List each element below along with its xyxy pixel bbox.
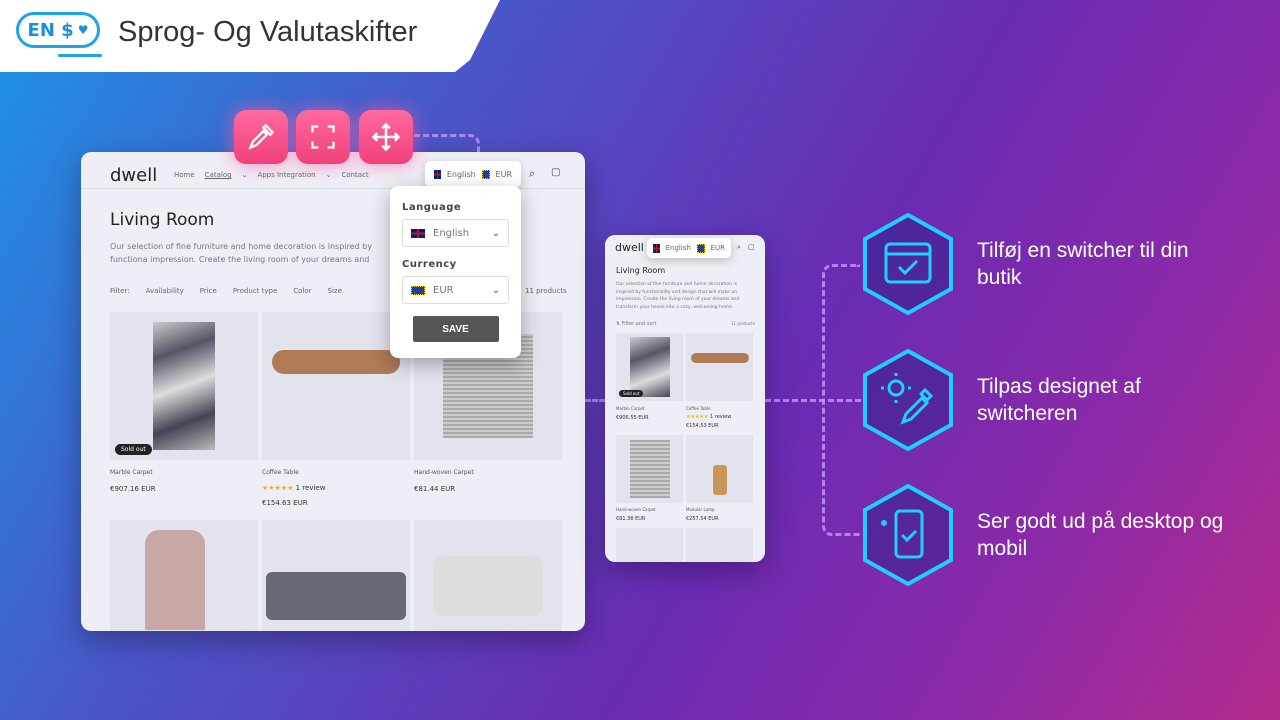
eu-flag-icon	[411, 285, 425, 295]
product-price: €81.38 EUR	[616, 516, 646, 522]
page-description: Our selection of fine furniture and home…	[616, 282, 740, 310]
product-price: €907.16 EUR	[110, 485, 156, 493]
nav-home[interactable]: Home	[174, 171, 195, 179]
product-name[interactable]: Coffee Table	[686, 406, 711, 411]
uk-flag-icon	[411, 228, 425, 238]
product-price: €257.54 EUR	[686, 516, 719, 522]
currency-label: Currency	[402, 259, 457, 270]
filter-availability[interactable]: Availability	[146, 287, 184, 295]
product-name[interactable]: Hand-woven Carpet	[414, 469, 474, 476]
feature-text: Ser godt ud på desktop og mobil	[977, 510, 1224, 560]
page-title: Living Room	[110, 210, 215, 230]
product-name[interactable]: Hand-woven Carpet	[616, 507, 656, 512]
product-count: 11 products	[525, 287, 567, 295]
page-description: Our selection of fine furniture and home…	[110, 242, 372, 264]
filter-price[interactable]: Price	[200, 287, 217, 295]
product-image[interactable]	[686, 435, 753, 503]
feature-hexagon	[863, 483, 953, 587]
language-label: Language	[402, 202, 462, 213]
move-icon	[371, 122, 401, 152]
product-name[interactable]: Coffee Table	[262, 469, 299, 476]
language-value: English	[446, 169, 476, 179]
chevron-down-icon: ⌄	[491, 227, 500, 239]
app-title: Sprog- Og Valutaskifter	[118, 16, 418, 48]
search-icon[interactable]: ⌕	[529, 167, 535, 181]
product-image[interactable]	[616, 528, 683, 562]
language-value: English	[665, 244, 691, 252]
feature-text: Tilpas designet af switcheren	[977, 375, 1141, 425]
cart-icon[interactable]: ▢	[551, 167, 560, 178]
product-name[interactable]: Marble Carpet	[110, 469, 153, 476]
language-selected: English	[433, 227, 470, 239]
product-price: €81.44 EUR	[414, 485, 456, 493]
logo-underline	[58, 54, 102, 57]
app-logo: EN $ ♥	[16, 12, 100, 48]
product-image[interactable]	[686, 333, 753, 401]
cart-icon[interactable]: ▢	[748, 243, 755, 251]
review-count: 1 review	[710, 414, 732, 420]
product-image[interactable]	[616, 435, 683, 503]
sold-out-badge: Sold out	[619, 390, 644, 397]
product-price: €154.53 EUR	[686, 423, 719, 429]
product-image[interactable]	[110, 520, 258, 631]
feature-hexagon	[863, 212, 953, 316]
eyedropper-icon	[248, 123, 275, 150]
store-nav: Home Catalog ⌄ Apps Integration ⌄ Contact	[174, 171, 369, 179]
crop-icon	[311, 125, 335, 149]
eyedropper-button[interactable]	[234, 110, 288, 164]
nav-contact[interactable]: Contact	[341, 171, 368, 179]
currency-switcher[interactable]: English EUR	[425, 161, 521, 187]
search-icon[interactable]: ⌕	[737, 243, 741, 252]
connector	[585, 399, 605, 402]
filter-bar: Filter: Availability Price Product type …	[110, 287, 342, 295]
product-image[interactable]	[414, 520, 562, 631]
logo-text: EN $	[27, 19, 74, 41]
product-image[interactable]	[262, 312, 410, 460]
feature-text: Tilføj en switcher til din butik	[977, 239, 1189, 289]
uk-flag-icon	[434, 169, 441, 179]
product-image[interactable]	[686, 528, 753, 562]
uk-flag-icon	[653, 243, 660, 253]
save-button[interactable]: SAVE	[412, 316, 499, 342]
product-rating: ★★★★★ 1 review	[686, 414, 731, 420]
filter-sort-label: Filter and sort	[621, 321, 657, 327]
crop-button[interactable]	[296, 110, 350, 164]
filter-sort-button[interactable]: ⇅ Filter and sort	[616, 321, 656, 327]
move-button[interactable]	[359, 110, 413, 164]
nav-catalog[interactable]: Catalog	[205, 171, 232, 179]
star-rating-icon: ★★★★★	[262, 484, 294, 492]
eu-flag-icon	[481, 169, 490, 179]
product-price: €906.55 EUR	[616, 415, 649, 421]
product-image[interactable]	[262, 520, 410, 631]
sold-out-badge: Sold out	[115, 444, 152, 455]
currency-select[interactable]: EUR ⌄	[402, 276, 509, 304]
store-logo: dwell	[110, 165, 158, 186]
star-rating-icon: ★★★★★	[686, 414, 709, 420]
switcher-dropdown: Language English ⌄ Currency EUR ⌄ SAVE	[390, 186, 521, 358]
product-rating: ★★★★★ 1 review	[262, 484, 325, 492]
filter-product-type[interactable]: Product type	[233, 287, 277, 295]
product-price: €154.63 EUR	[262, 499, 308, 507]
filter-label: Filter:	[110, 287, 130, 295]
mobile-currency-switcher[interactable]: English EUR	[647, 238, 731, 258]
mobile-store-preview: dwell ⌕ ▢ Living Room Our selection of f…	[605, 235, 765, 562]
chevron-down-icon: ⌄	[491, 284, 500, 296]
product-image[interactable]	[110, 312, 258, 460]
filter-size[interactable]: Size	[328, 287, 342, 295]
nav-apps[interactable]: Apps Integration	[257, 171, 315, 179]
product-name[interactable]: Modular Lamp	[686, 507, 715, 512]
product-name[interactable]: Marble Carpet	[616, 406, 644, 411]
product-count: 11 products	[731, 321, 755, 326]
review-count: 1 review	[295, 484, 326, 492]
language-select[interactable]: English ⌄	[402, 219, 509, 247]
eu-flag-icon	[696, 243, 705, 253]
filter-color[interactable]: Color	[293, 287, 311, 295]
feature-hexagon	[863, 348, 953, 452]
currency-value: EUR	[710, 244, 725, 252]
currency-value: EUR	[495, 169, 512, 179]
store-logo: dwell	[615, 241, 644, 254]
page-title: Living Room	[616, 266, 666, 275]
currency-selected: EUR	[433, 284, 454, 296]
connector	[822, 264, 860, 536]
